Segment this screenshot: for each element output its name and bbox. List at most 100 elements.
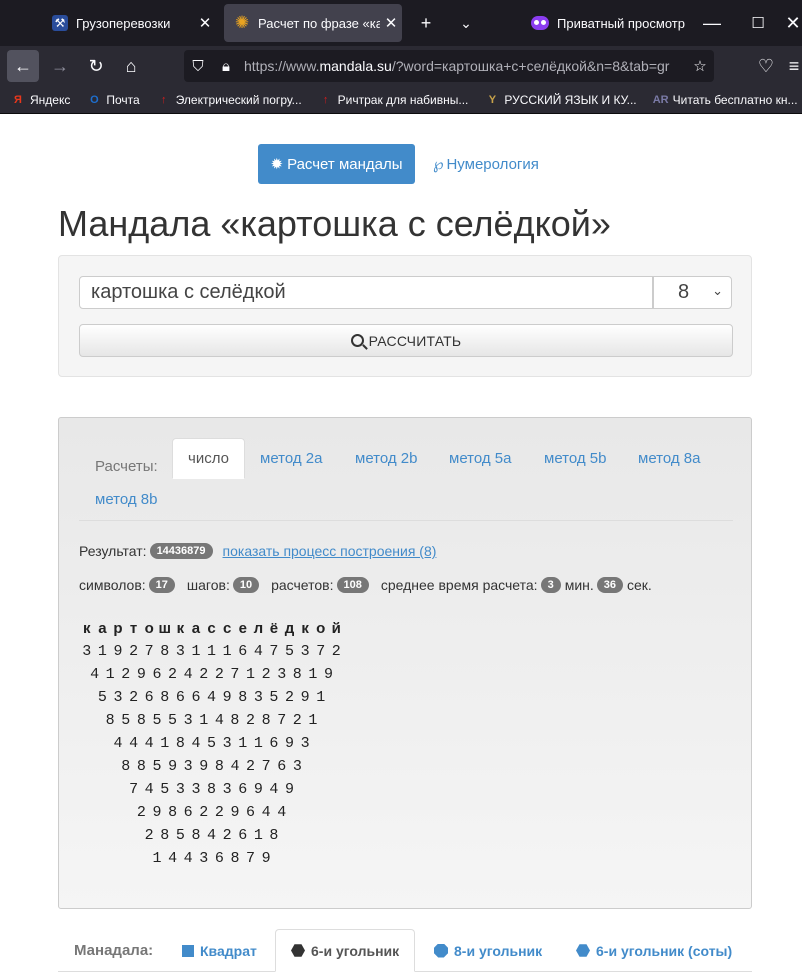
tab-method-2b[interactable]: метод 2b xyxy=(355,438,417,479)
tab-square[interactable]: Квадрат xyxy=(182,929,257,972)
new-tab-button[interactable]: + xyxy=(412,0,440,46)
pocket-icon[interactable]: ♡ xyxy=(750,50,782,82)
calcs-label: расчетов: xyxy=(271,577,334,593)
tab-method-8a[interactable]: метод 8a xyxy=(638,438,700,479)
bookmark-item[interactable]: Я Яндекс xyxy=(10,92,70,108)
mandala-digit: 4 xyxy=(144,735,154,752)
mandala-digit: 6 xyxy=(214,850,224,867)
mandala-letter: е xyxy=(238,620,247,637)
tab-method-5a[interactable]: метод 5a xyxy=(449,438,511,479)
mandala-icon: ✺ xyxy=(234,13,250,32)
mandala-digit: 9 xyxy=(222,689,232,706)
url-text[interactable]: https://www.mandala.su/?word=картошка+с+… xyxy=(240,58,686,74)
reload-button[interactable]: ↻ xyxy=(80,50,112,82)
mandala-digit: 1 xyxy=(308,666,318,683)
tab-honeycomb[interactable]: 6-и угольник (соты) xyxy=(576,929,732,972)
close-icon[interactable]: ✕ xyxy=(194,14,216,32)
tab-octagon[interactable]: 8-и угольник xyxy=(434,929,542,972)
mandala-digit: 7 xyxy=(261,758,271,775)
bookmark-item[interactable]: ↑ Электрический погру... xyxy=(156,92,302,108)
mandala-letter: о xyxy=(144,620,154,637)
mandala-number-row: 14436879 xyxy=(79,847,344,870)
tab-method-5b[interactable]: метод 5b xyxy=(544,438,606,479)
mandala-digit: 9 xyxy=(300,689,310,706)
mandala-number-row: 2986229644 xyxy=(79,801,344,824)
numerology-icon: ℘ xyxy=(433,156,444,173)
mandala-number-row: 74533836949 xyxy=(79,778,344,801)
show-process-link[interactable]: показать процесс построения (8) xyxy=(223,543,437,559)
tab-honeycomb-label: 6-и угольник (соты) xyxy=(596,942,733,959)
hexagon-icon xyxy=(291,944,305,957)
mandala-digit: 8 xyxy=(292,666,302,683)
bookmark-item[interactable]: AR Читать бесплатно кн... xyxy=(653,92,798,108)
tab-method-8b[interactable]: метод 8b xyxy=(95,479,157,520)
bookmark-item[interactable]: O Почта xyxy=(86,92,140,108)
menu-icon[interactable]: ≡ xyxy=(786,50,802,82)
phrase-input[interactable]: картошка с селёдкой xyxy=(79,276,653,309)
tab-mandala[interactable]: ✺ Расчет по фразе «карт ✕ xyxy=(224,4,402,42)
tab-hexagon[interactable]: 6-и угольник xyxy=(275,929,416,972)
mandala-digit: 2 xyxy=(144,827,154,844)
minutes-badge: 3 xyxy=(540,577,561,593)
mandala-digit: 4 xyxy=(168,850,178,867)
hexagon-icon xyxy=(576,944,590,957)
mandala-digit: 8 xyxy=(168,804,178,821)
mandala-digit: 7 xyxy=(230,666,240,683)
mandala-letter: д xyxy=(284,620,295,637)
mandala-digit: 8 xyxy=(238,689,248,706)
mandala-digit: 6 xyxy=(238,643,248,660)
mandala-letter: а xyxy=(191,620,201,637)
mandala-number-row: 532686649835291 xyxy=(79,686,344,709)
mandala-letter: ё xyxy=(269,620,279,637)
mandala-digit: 4 xyxy=(207,689,217,706)
mandala-digit: 9 xyxy=(136,666,146,683)
page-content: ✹ Расчет мандалы ℘ Нумерология Мандала «… xyxy=(0,115,802,972)
mandala-digit: 7 xyxy=(144,643,154,660)
tab-gruzoperevozki[interactable]: ⚒ Грузоперевозки ✕ xyxy=(42,0,220,46)
minimize-button[interactable]: — xyxy=(698,0,726,46)
mandala-digit: 4 xyxy=(230,758,240,775)
forward-button[interactable]: → xyxy=(44,50,76,82)
mandala-digit: 6 xyxy=(246,804,256,821)
mandala-digit: 8 xyxy=(136,712,146,729)
size-select[interactable]: 8 ⌄ xyxy=(653,276,732,309)
mandala-digit: 4 xyxy=(214,712,224,729)
mandala-digit: 3 xyxy=(82,643,92,660)
mandala-number-row: 885939842763 xyxy=(79,755,344,778)
mandala-digit: 2 xyxy=(292,712,302,729)
calculate-button[interactable]: РАССЧИТАТЬ xyxy=(79,324,733,357)
lock-icon[interactable]: 🔒︎ xyxy=(212,58,240,75)
close-window-button[interactable]: ✕ xyxy=(784,0,802,46)
mandala-letter: к xyxy=(83,620,91,637)
home-button[interactable]: ⌂ xyxy=(115,50,147,82)
mandala-digit: 8 xyxy=(261,712,271,729)
bookmark-label: Электрический погру... xyxy=(175,92,302,107)
url-bar[interactable]: ⛉ 🔒︎ https://www.mandala.su/?word=картош… xyxy=(184,50,714,82)
mandala-calc-button[interactable]: ✹ Расчет мандалы xyxy=(258,144,415,184)
tab-number[interactable]: число xyxy=(172,438,245,479)
maximize-button[interactable]: ☐ xyxy=(744,0,772,46)
mandala-digit: 8 xyxy=(269,827,279,844)
tab-list-button[interactable]: ⌄ xyxy=(452,0,480,46)
mandala-digit: 5 xyxy=(152,758,162,775)
tab-method-2a[interactable]: метод 2a xyxy=(260,438,322,479)
shield-icon[interactable]: ⛉ xyxy=(184,58,212,75)
bookmark-favicon-icon: ↑ xyxy=(322,93,329,106)
mandala-digit: 1 xyxy=(97,643,107,660)
mandala-digit: 6 xyxy=(277,758,287,775)
bookmark-item[interactable]: ↑ Ричтрак для набивны... xyxy=(318,92,468,108)
mandala-digit: 4 xyxy=(253,643,263,660)
bookmark-item[interactable]: Y РУССКИЙ ЯЗЫК И КУ... xyxy=(484,92,637,108)
mandala-digit: 9 xyxy=(253,781,263,798)
bookmark-star-icon[interactable]: ☆ xyxy=(686,57,714,75)
back-button[interactable]: ← xyxy=(7,50,39,82)
mandala-digit: 4 xyxy=(90,666,100,683)
bookmark-label: Почта xyxy=(106,92,140,107)
mandala-digit: 4 xyxy=(183,850,193,867)
mandala-number-row: 85855314828721 xyxy=(79,709,344,732)
close-icon[interactable]: ✕ xyxy=(380,14,402,32)
numerology-link[interactable]: ℘ Нумерология xyxy=(433,144,539,184)
bookmark-favicon-icon: AR xyxy=(652,93,669,106)
mandala-calc-label: Расчет мандалы xyxy=(287,155,403,173)
mandala-digit: 2 xyxy=(121,666,131,683)
